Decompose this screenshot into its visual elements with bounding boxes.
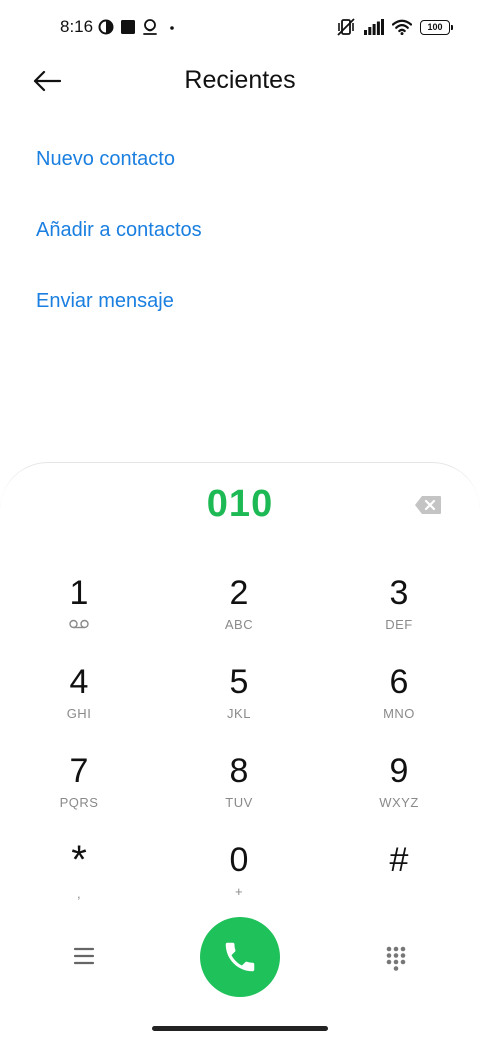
key-digit: 9 xyxy=(389,752,409,790)
key-letters: PQRS xyxy=(59,795,99,810)
key-letters: TUV xyxy=(225,795,253,810)
key-letters: DEF xyxy=(385,617,413,632)
dialpad-grid-icon xyxy=(386,946,406,971)
hamburger-icon xyxy=(73,947,95,965)
battery-icon: 100 xyxy=(420,19,453,35)
delete-button[interactable] xyxy=(414,495,442,515)
key-9[interactable]: 9 WXYZ xyxy=(339,751,459,831)
keypad-row: * , 0 + # xyxy=(0,838,480,929)
app-header: Recientes xyxy=(0,56,480,104)
key-star[interactable]: * , xyxy=(19,838,139,920)
keypad-toggle-button[interactable] xyxy=(385,945,407,971)
key-letters: GHI xyxy=(66,706,92,721)
key-2[interactable]: 2 ABC xyxy=(179,573,299,653)
status-left-icons xyxy=(98,17,176,37)
home-indicator[interactable] xyxy=(152,1026,328,1031)
status-time: 8:16 xyxy=(60,17,94,36)
call-button[interactable] xyxy=(200,917,280,997)
new-contact-link[interactable]: Nuevo contacto xyxy=(36,140,202,211)
dialpad-actions xyxy=(0,917,480,997)
key-7[interactable]: 7 PQRS xyxy=(19,751,139,831)
key-5[interactable]: 5 JKL xyxy=(179,662,299,742)
data-saver-icon xyxy=(98,19,114,35)
add-to-contacts-link[interactable]: Añadir a contactos xyxy=(36,211,202,282)
voicemail-icon xyxy=(19,617,139,633)
key-4[interactable]: 4 GHI xyxy=(19,662,139,742)
key-digit: 2 xyxy=(229,574,249,612)
key-digit: 5 xyxy=(229,663,249,701)
keypad: 1 2 ABC 3 DEF 4 GHI 5 JKL 6 MNO 7 PQRS 8… xyxy=(0,573,480,929)
dialed-number: 010 xyxy=(206,483,274,525)
keypad-row: 4 GHI 5 JKL 6 MNO xyxy=(0,662,480,751)
key-digit: 4 xyxy=(69,663,89,701)
key-letters: , xyxy=(76,886,82,901)
key-digit: 7 xyxy=(69,752,89,790)
status-bar: 8:16 100 xyxy=(0,0,480,56)
wifi-icon xyxy=(392,19,412,35)
key-1[interactable]: 1 xyxy=(19,573,139,653)
phone-icon xyxy=(225,942,255,972)
status-right-icons: 100 xyxy=(336,16,453,38)
account-icon xyxy=(143,19,157,35)
key-digit: 8 xyxy=(229,752,249,790)
keypad-row: 1 2 ABC 3 DEF xyxy=(0,573,480,662)
send-message-link[interactable]: Enviar mensaje xyxy=(36,282,202,353)
battery-level: 100 xyxy=(427,21,443,32)
key-digit: 1 xyxy=(69,574,89,612)
key-hash[interactable]: # xyxy=(339,840,459,920)
key-letters: JKL xyxy=(227,706,251,721)
key-digit: 0 xyxy=(229,841,249,879)
backspace-icon xyxy=(415,496,441,514)
dot-icon xyxy=(170,26,174,30)
key-digit: 6 xyxy=(389,663,409,701)
key-digit: # xyxy=(389,841,409,879)
menu-button[interactable] xyxy=(72,945,96,967)
signal-icon xyxy=(364,19,384,35)
action-menu: Nuevo contacto Añadir a contactos Enviar… xyxy=(36,140,202,353)
key-0[interactable]: 0 + xyxy=(179,840,299,920)
keypad-row: 7 PQRS 8 TUV 9 WXYZ xyxy=(0,751,480,840)
key-letters: ABC xyxy=(224,617,254,632)
key-6[interactable]: 6 MNO xyxy=(339,662,459,742)
key-letters: + xyxy=(234,884,244,899)
key-digit: 3 xyxy=(389,574,409,612)
square-notification-icon xyxy=(121,20,135,34)
page-title: Recientes xyxy=(184,66,296,94)
key-digit: * xyxy=(71,838,87,882)
dialpad-panel: 010 1 2 ABC 3 DEF 4 GHI 5 JKL 6 MNO 7 PQ… xyxy=(0,462,480,1040)
key-3[interactable]: 3 DEF xyxy=(339,573,459,653)
key-letters: MNO xyxy=(383,706,415,721)
key-letters: WXYZ xyxy=(379,795,419,810)
key-8[interactable]: 8 TUV xyxy=(179,751,299,831)
vibrate-off-icon xyxy=(337,18,355,36)
